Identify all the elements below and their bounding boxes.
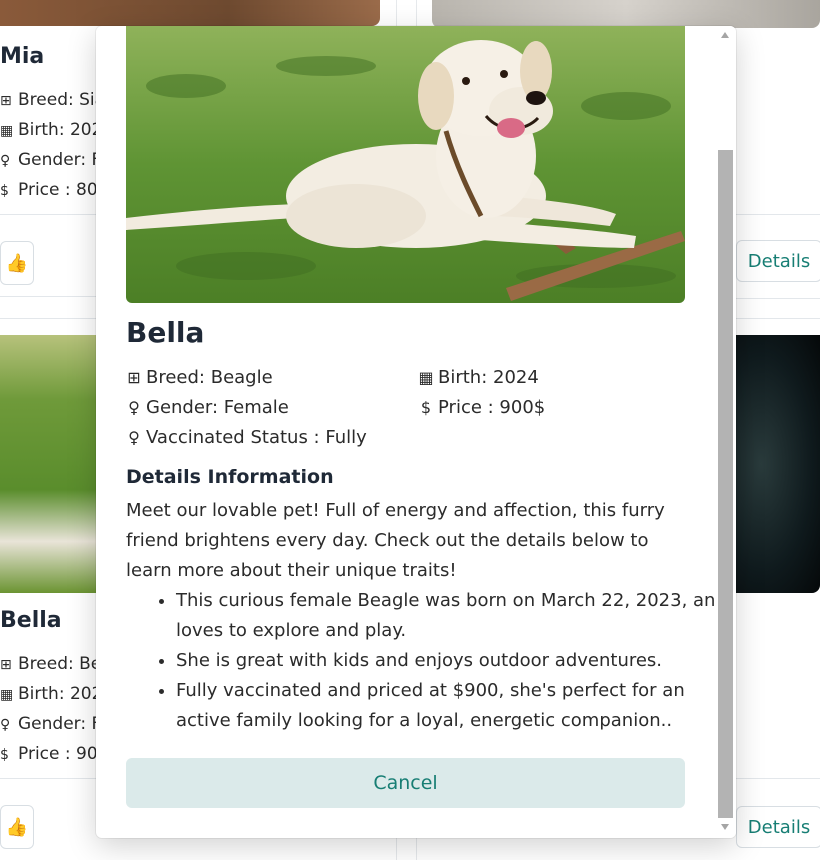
card-price-text: Price : 900 xyxy=(18,744,109,764)
card-breed: ⊞ Breed: Be xyxy=(0,654,101,674)
breed-text: Breed: Beagle xyxy=(146,367,273,388)
details-label: Details xyxy=(747,816,811,838)
gender-text: Gender: Female xyxy=(146,397,289,418)
card-title: Mia xyxy=(0,44,45,69)
card-divider xyxy=(736,318,820,319)
card-image-top-left xyxy=(0,0,380,26)
birth-info: ▦ Birth: 2024 xyxy=(418,367,539,388)
card-gender: ♀ Gender: F xyxy=(0,150,101,170)
breed-info: ⊞ Breed: Beagle xyxy=(126,367,273,388)
gender-info: ♀ Gender: Female xyxy=(126,397,289,418)
cancel-button[interactable]: Cancel xyxy=(126,758,685,808)
price-info: $ Price : 900$ xyxy=(418,397,545,418)
card-divider xyxy=(736,778,820,779)
list-item: She is great with kids and enjoys outdoo… xyxy=(176,646,736,676)
thumbs-up-icon: 👍 xyxy=(5,252,29,274)
card-breed-text: Breed: Be xyxy=(18,654,102,674)
venus-icon: ♀ xyxy=(0,717,11,733)
dollar-icon: $ xyxy=(0,747,9,763)
calendar-icon: ▦ xyxy=(418,368,434,387)
card-price-text: Price : 800 xyxy=(18,180,109,200)
card-gender-text: Gender: F xyxy=(18,714,102,734)
calendar-icon: ▦ xyxy=(0,687,14,703)
calendar-icon: ▦ xyxy=(0,123,14,139)
modal-scrollbar[interactable] xyxy=(716,26,736,838)
card-divider xyxy=(0,214,96,215)
dollar-icon: $ xyxy=(420,398,432,417)
list-item: This curious female Beagle was born on M… xyxy=(176,586,736,646)
venus-icon: ♀ xyxy=(0,153,11,169)
card-image-dark xyxy=(736,335,820,593)
pet-photo xyxy=(126,26,685,303)
card-gender: ♀ Gender: F xyxy=(0,714,101,734)
like-button[interactable]: 👍 xyxy=(0,241,34,285)
card-price: $ Price : 900 xyxy=(0,744,108,764)
details-button[interactable]: Details xyxy=(736,806,820,848)
card-image-bella xyxy=(0,335,96,593)
card-birth: ▦ Birth: 202 xyxy=(0,120,102,140)
vaccination-info: ♀ Vaccinated Status : Fully xyxy=(126,427,367,448)
card-birth-text: Birth: 202 xyxy=(18,684,103,704)
scroll-up-arrow-icon[interactable] xyxy=(721,32,729,38)
paw-grid-icon: ⊞ xyxy=(0,657,12,673)
dollar-icon: $ xyxy=(0,183,9,199)
birth-text: Birth: 2024 xyxy=(438,367,539,388)
venus-icon: ♀ xyxy=(128,428,140,447)
like-button[interactable]: 👍 xyxy=(0,805,34,849)
scrollbar-thumb[interactable] xyxy=(718,150,733,818)
scroll-down-arrow-icon[interactable] xyxy=(721,824,729,830)
paw-grid-icon: ⊞ xyxy=(127,368,141,387)
card-divider xyxy=(736,214,820,215)
card-birth: ▦ Birth: 202 xyxy=(0,684,102,704)
card-divider xyxy=(0,318,96,319)
card-gender-text: Gender: F xyxy=(18,150,102,170)
vaccination-text: Vaccinated Status : Fully xyxy=(146,427,367,448)
card-price: $ Price : 800 xyxy=(0,180,108,200)
details-description: Meet our lovable pet! Full of energy and… xyxy=(126,500,665,581)
card-divider xyxy=(736,298,820,299)
details-heading: Details Information xyxy=(126,466,334,488)
details-button[interactable]: Details xyxy=(736,240,820,282)
card-birth-text: Birth: 202 xyxy=(18,120,103,140)
details-label: Details xyxy=(747,250,811,272)
card-title: Bella xyxy=(0,608,62,633)
dog-photo-illustration xyxy=(126,26,685,303)
card-breed: ⊞ Breed: Sia xyxy=(0,90,105,110)
list-item: Fully vaccinated and priced at $900, she… xyxy=(176,676,736,736)
card-breed-text: Breed: Sia xyxy=(18,90,106,110)
price-text: Price : 900$ xyxy=(438,397,546,418)
pet-details-modal: Bella ⊞ Breed: Beagle ▦ Birth: 2024 ♀ Gende… xyxy=(96,26,736,838)
card-divider xyxy=(0,296,96,297)
card-divider xyxy=(0,778,96,779)
thumbs-up-icon: 👍 xyxy=(5,816,29,838)
venus-icon: ♀ xyxy=(128,398,140,417)
pet-name-title: Bella xyxy=(126,316,205,349)
details-bullet-list: This curious female Beagle was born on M… xyxy=(126,586,736,736)
card-image-top-right xyxy=(432,0,820,28)
paw-grid-icon: ⊞ xyxy=(0,93,12,109)
cancel-label: Cancel xyxy=(373,772,438,794)
